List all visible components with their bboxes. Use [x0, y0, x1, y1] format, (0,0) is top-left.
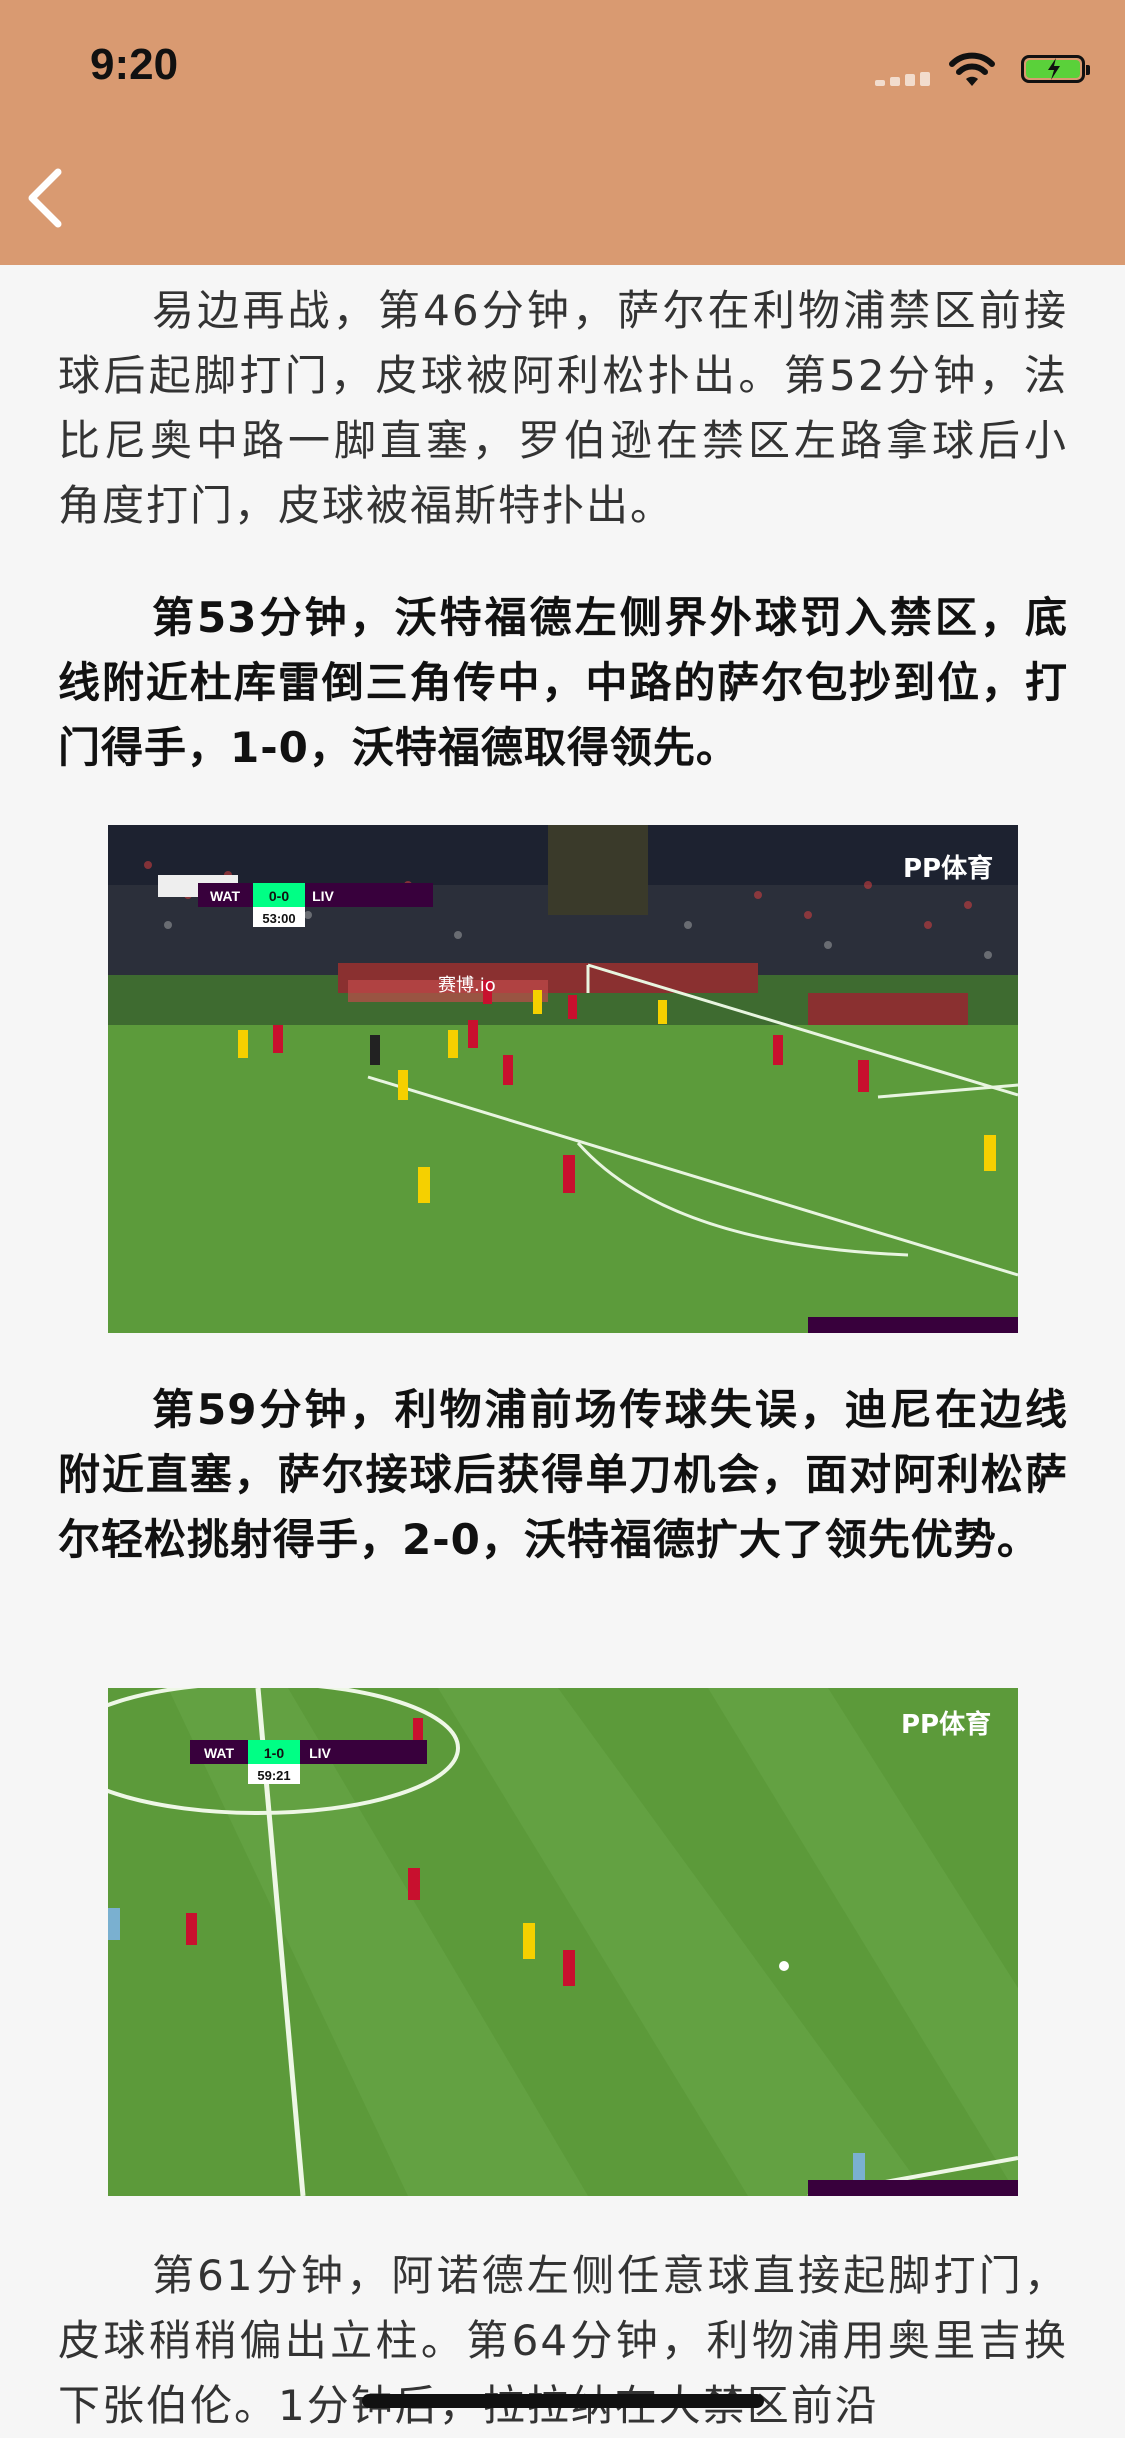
ad-board-text: 赛博.io [438, 975, 496, 996]
broadcaster-logo: PP体育 [903, 853, 993, 884]
article-paragraph-bold: 第53分钟，沃特福德左侧界外球罚入禁区，底线附近杜库雷倒三角传中，中路的萨尔包抄… [58, 593, 1068, 772]
article-paragraph: 易边再战，第46分钟，萨尔在利物浦禁区前接球后起脚打门，皮球被阿利松扑出。第52… [58, 286, 1068, 530]
scoreboard-score: 1-0 [264, 1745, 284, 1761]
scoreboard-home: WAT [210, 888, 241, 904]
article-paragraph-bold: 第59分钟，利物浦前场传球失误，迪尼在边线附近直塞，萨尔接球后获得单刀机会，面对… [58, 1385, 1068, 1564]
scoreboard-clock: 53:00 [262, 911, 295, 926]
scoreboard-away: LIV [309, 1745, 331, 1761]
broadcaster-logo: PP体育 [901, 1709, 991, 1740]
match-image-2: WAT 1-0 LIV 59:21 PP体育 [108, 1688, 1018, 2196]
scoreboard-clock: 59:21 [257, 1768, 290, 1783]
signal-icon [875, 72, 945, 86]
scoreboard-away: LIV [312, 888, 334, 904]
battery-icon [1021, 55, 1090, 83]
nav-header: 9:20 [0, 0, 1125, 265]
article-paragraph: 第61分钟，阿诺德左侧任意球直接起脚打门，皮球稍稍偏出立柱。第64分钟，利物浦用… [58, 2251, 1068, 2430]
status-time: 9:20 [90, 40, 179, 89]
wifi-icon [949, 52, 995, 86]
scoreboard-score: 0-0 [269, 888, 289, 904]
back-chevron-icon[interactable] [20, 160, 80, 235]
home-indicator[interactable] [362, 2394, 764, 2408]
scoreboard-home: WAT [204, 1745, 235, 1761]
status-icons [845, 50, 1090, 90]
match-image-1: WAT 0-0 LIV 53:00 PP体育 赛博.io [108, 825, 1018, 1333]
